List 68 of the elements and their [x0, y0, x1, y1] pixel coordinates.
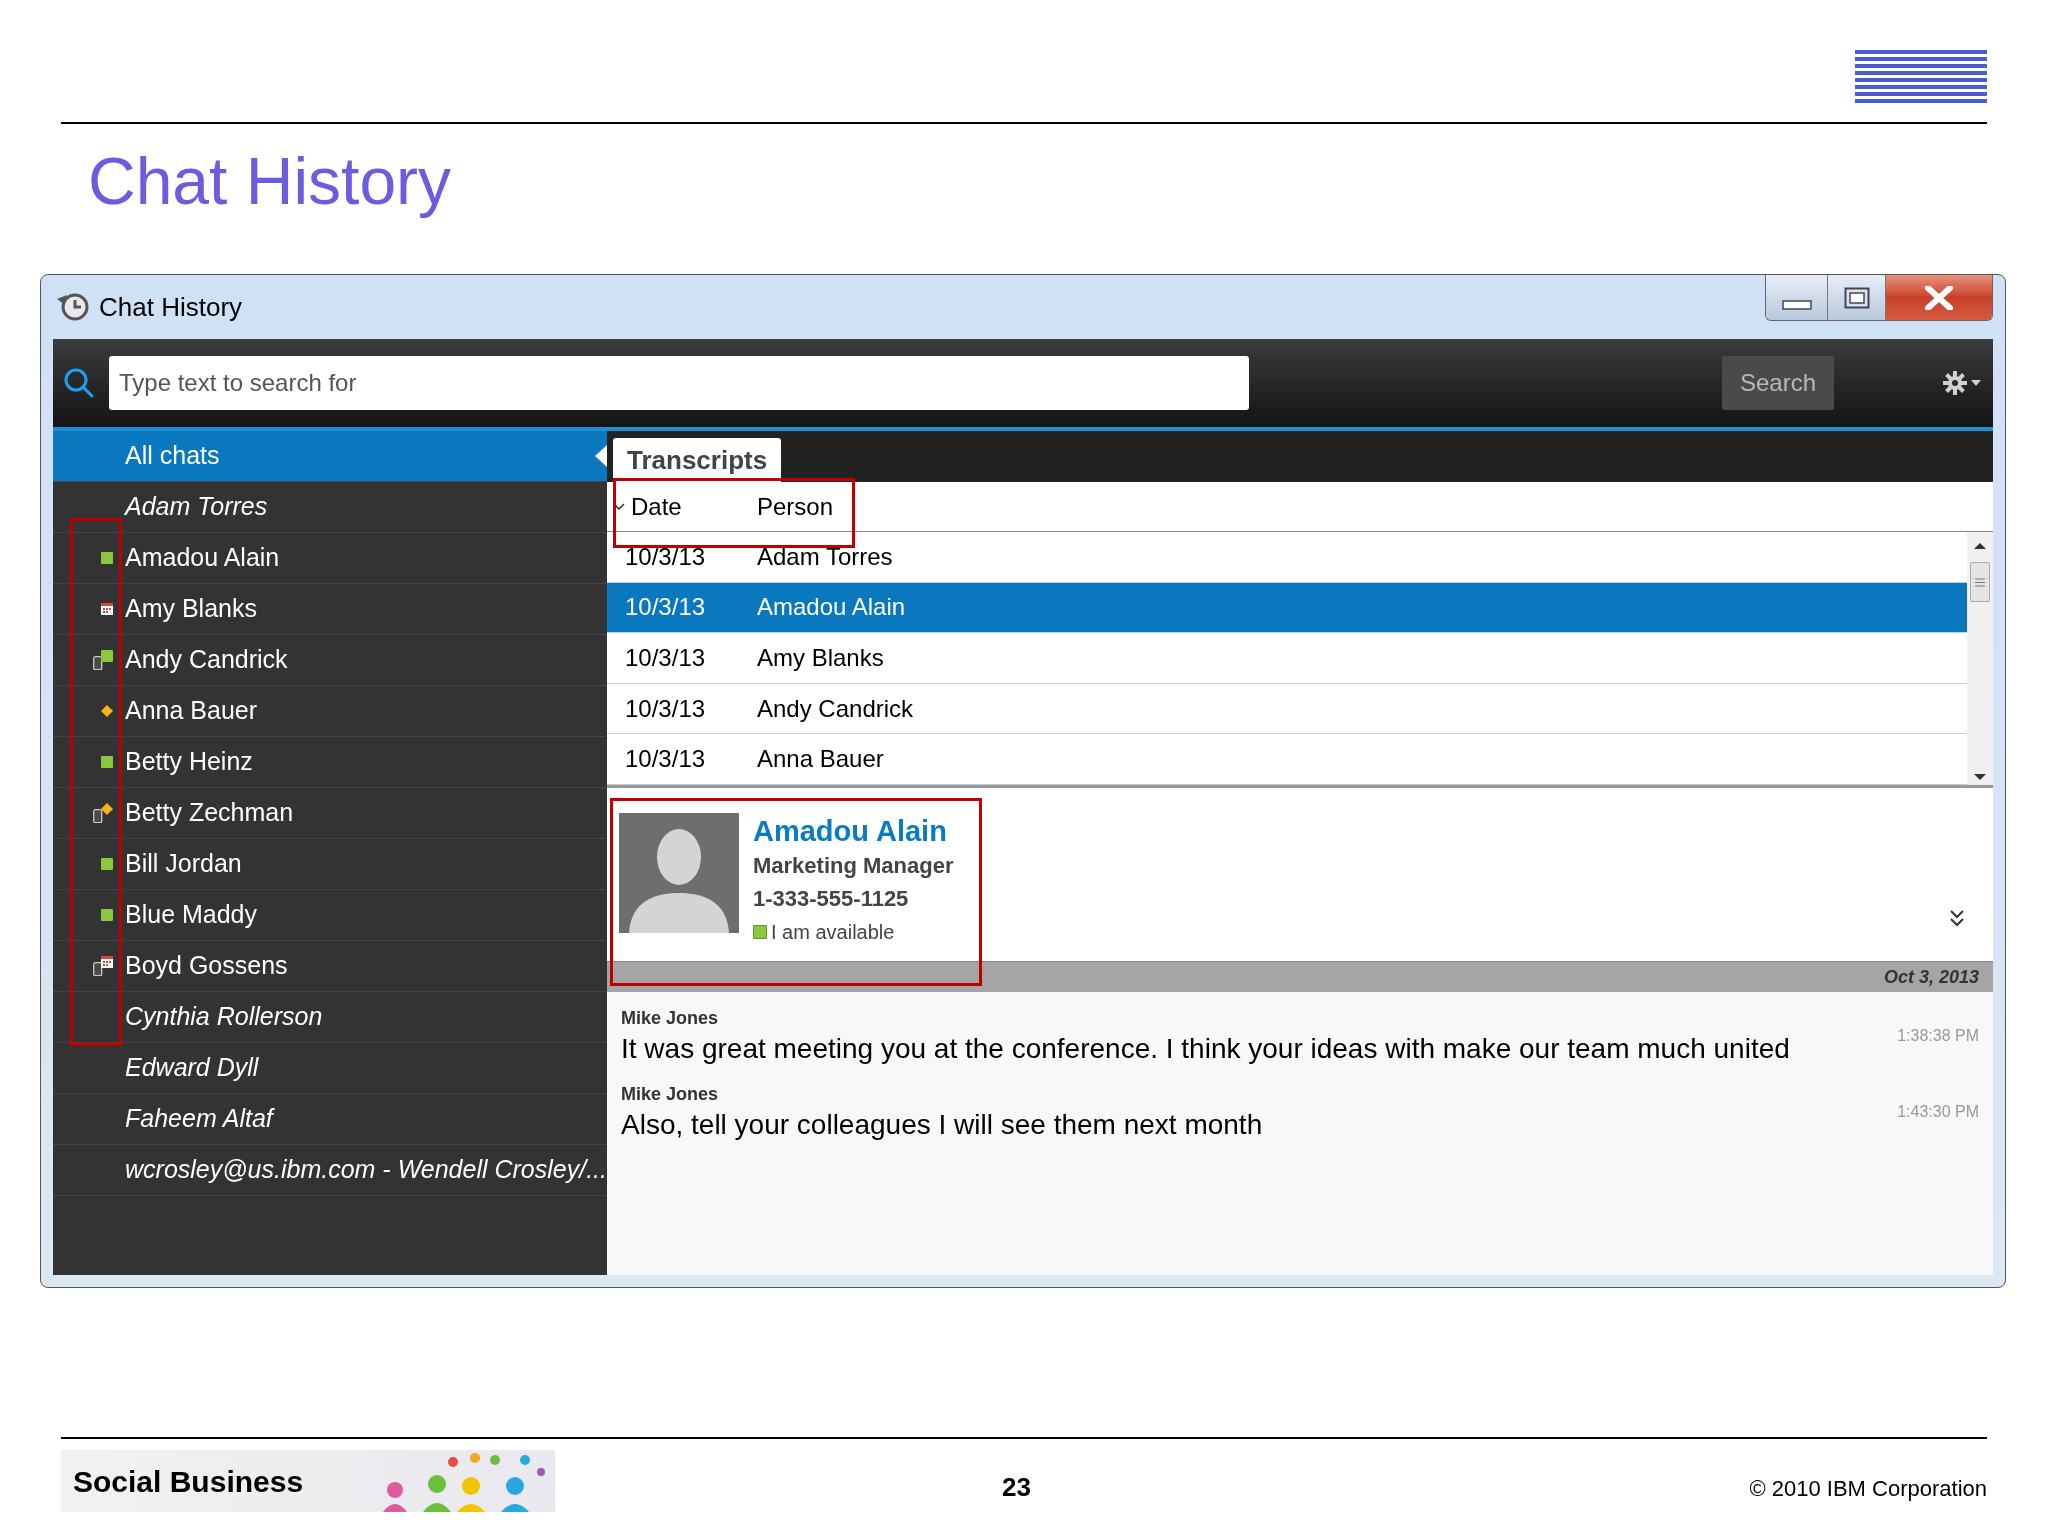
transcript-row[interactable]: 10/3/13 Amy Blanks [607, 633, 1967, 684]
message-sender: Mike Jones [621, 1007, 720, 1030]
transcript-row[interactable]: 10/3/13 Adam Torres [607, 532, 1967, 583]
message-text: Also, tell your colleagues I will see them next month [621, 1108, 1263, 1142]
search-field[interactable]: Type text to search for [109, 356, 1249, 410]
settings-icon [1942, 370, 1968, 396]
sort-caret-icon [613, 502, 625, 511]
phone-number: 1-333-555-1125 [753, 885, 910, 913]
date-cell-text: 10/3/13 [624, 643, 707, 673]
job-title: Marketing Manager [753, 852, 954, 880]
message-text: It was great meeting you at the conference. I think your ideas with make our team much united [621, 1032, 1790, 1066]
date-cell-text: 10/3/13 [624, 693, 707, 724]
date-cell-text: 10/3/13 [624, 744, 707, 775]
maximize-icon [1843, 286, 1870, 309]
scrollbar-thumb[interactable] [1970, 562, 1990, 602]
contact-list-item[interactable]: Boyd Gossens [53, 941, 607, 992]
contact-list-item[interactable]: Adam Torres [53, 482, 607, 533]
minimize-icon [1781, 299, 1812, 310]
date-cell-text: 10/3/13 [624, 592, 707, 623]
minimize-button[interactable] [1766, 275, 1828, 320]
person-cell-text: Anna Bauer [757, 744, 884, 775]
expand-icon [1949, 909, 1965, 927]
message-time: 1:43:30 PM [1897, 1102, 1979, 1122]
contact-list-item[interactable]: All chats [53, 431, 607, 482]
contact-list-item[interactable]: wcrosley@us.ibm.com - Wendell Crosley/... [53, 1145, 607, 1196]
selection-pointer-icon [595, 445, 607, 467]
transcripts-tab[interactable]: Transcripts [613, 438, 782, 482]
date-cell-text: 10/3/13 [624, 541, 707, 572]
contact-list-item[interactable]: Faheem Altaf [53, 1094, 607, 1145]
column-header[interactable]: Date [607, 488, 757, 525]
window-title: Chat History [99, 290, 243, 324]
contact-list-item[interactable]: Amadou Alain [53, 533, 607, 584]
page-number: 23 [1002, 1471, 1031, 1504]
contact-list-item[interactable]: Betty Heinz [53, 737, 607, 788]
settings-button[interactable] [1942, 370, 1981, 396]
close-icon [1924, 285, 1954, 310]
person-cell-text: Amy Blanks [757, 643, 884, 673]
contact-list-item[interactable]: Anna Bauer [53, 686, 607, 737]
brand-name: Social Business [72, 1463, 304, 1500]
person-cell-text: Andy Candrick [757, 693, 914, 724]
transcript-row[interactable]: 10/3/13 Anna Bauer [607, 734, 1967, 785]
transcript-date: Oct 3, 2013 [1883, 965, 1979, 989]
contact-list-item[interactable]: Blue Maddy [53, 890, 607, 941]
grip-icon [1975, 577, 1985, 587]
person-cell-text: Amadou Alain [757, 592, 906, 623]
copyright-text: © 2010 IBM Corporation [1749, 1475, 1987, 1503]
transcript-row[interactable]: 10/3/13 Andy Candrick [607, 683, 1967, 735]
contact-list-item[interactable]: Andy Candrick [53, 635, 607, 686]
contact-list-item[interactable]: Bill Jordan [53, 839, 607, 890]
person-cell-text: Adam Torres [757, 541, 893, 572]
scroll-down-icon [1974, 773, 1986, 781]
message-time: 1:38:38 PM [1897, 1026, 1979, 1046]
search-button[interactable]: Search [1722, 356, 1834, 410]
contact-list-item[interactable]: Edward Dyll [53, 1043, 607, 1094]
close-button[interactable] [1886, 275, 1992, 320]
contact-name[interactable]: Amadou Alain [753, 813, 954, 849]
status-message: I am available [771, 920, 895, 945]
scroll-up-icon [1974, 542, 1986, 550]
caret-icon [1971, 379, 1981, 387]
contact-list-item[interactable]: Betty Zechman [53, 788, 607, 839]
column-header[interactable]: Person [757, 488, 834, 525]
maximize-button[interactable] [1828, 275, 1886, 320]
search-icon [63, 367, 95, 399]
message-sender: Mike Jones [621, 1083, 720, 1106]
contact-list-item[interactable]: Amy Blanks [53, 584, 607, 635]
contact-list-item[interactable]: Cynthia Rollerson [53, 992, 607, 1043]
scrollbar[interactable] [1967, 532, 1993, 785]
transcript-row[interactable]: 10/3/13 Amadou Alain [607, 582, 1967, 634]
